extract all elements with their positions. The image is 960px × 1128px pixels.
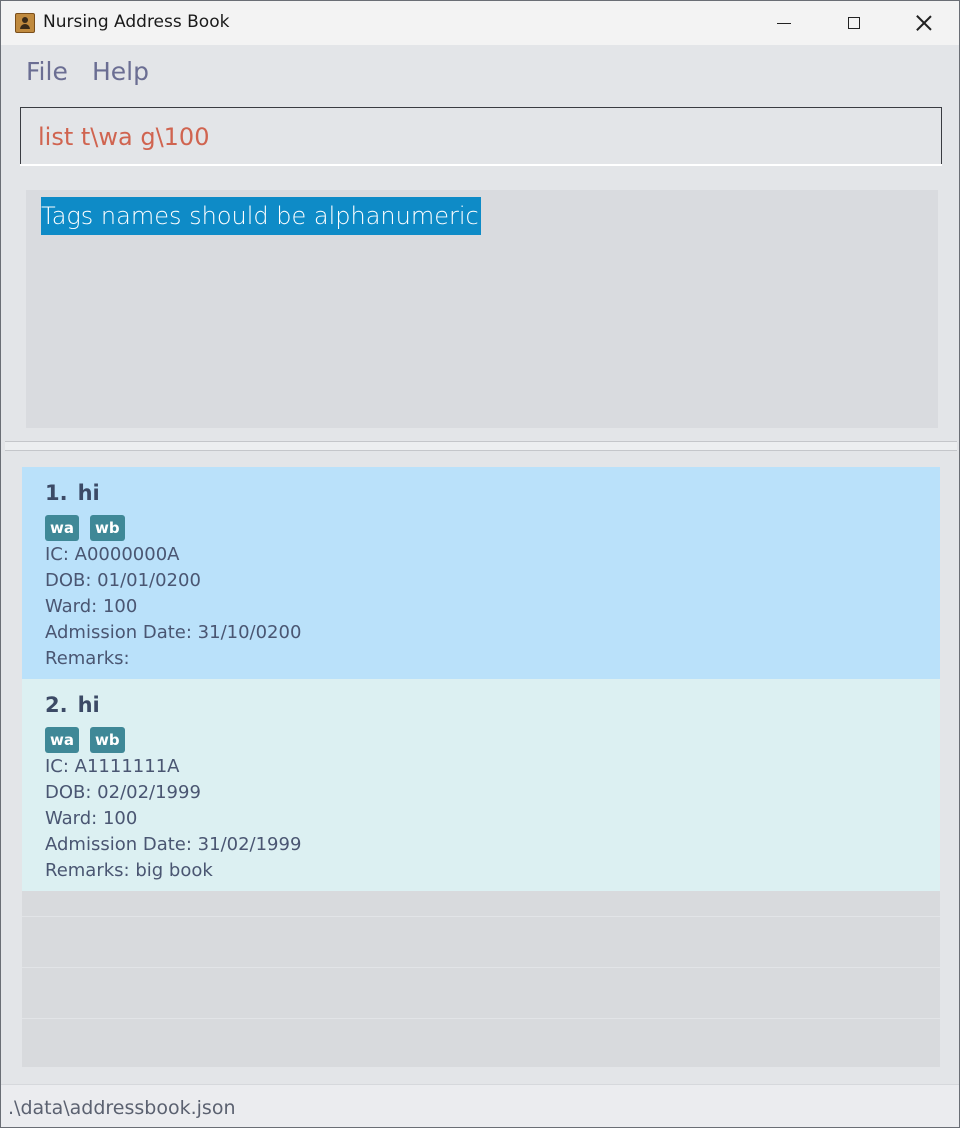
command-underline bbox=[20, 164, 942, 166]
tag: wb bbox=[89, 515, 125, 541]
menu-help[interactable]: Help bbox=[92, 57, 149, 86]
close-button[interactable] bbox=[889, 1, 959, 45]
tag: wa bbox=[45, 727, 79, 753]
person-name: hi bbox=[77, 693, 100, 717]
command-input[interactable] bbox=[38, 122, 898, 152]
person-index: 2. bbox=[45, 693, 68, 717]
tag-list: wa wb bbox=[45, 727, 125, 753]
minimize-button[interactable] bbox=[749, 1, 819, 45]
tag-list: wa wb bbox=[45, 515, 125, 541]
person-ic: IC: A1111111A bbox=[45, 756, 180, 777]
list-row-separator bbox=[22, 916, 940, 917]
person-remarks: Remarks: bbox=[45, 648, 130, 669]
menu-bar: File Help bbox=[1, 45, 959, 99]
person-admission-date: Admission Date: 31/10/0200 bbox=[45, 622, 302, 643]
app-window: Nursing Address Book File Help Tags name… bbox=[0, 0, 960, 1128]
person-name-line: 1. hi bbox=[45, 481, 100, 505]
close-icon bbox=[916, 15, 932, 31]
person-card[interactable]: 1. hi wa wb IC: A0000000A DOB: 01/01/0200… bbox=[22, 467, 940, 679]
person-ward: Ward: 100 bbox=[45, 596, 138, 617]
minimize-icon bbox=[777, 22, 791, 24]
person-name: hi bbox=[77, 481, 100, 505]
split-pane-divider[interactable] bbox=[5, 441, 957, 451]
save-location: .\data\addressbook.json bbox=[8, 1097, 236, 1119]
maximize-icon bbox=[848, 17, 860, 29]
person-list[interactable]: 1. hi wa wb IC: A0000000A DOB: 01/01/0200… bbox=[22, 467, 940, 1067]
tag: wb bbox=[89, 727, 125, 753]
person-index: 1. bbox=[45, 481, 68, 505]
list-row-separator bbox=[22, 967, 940, 968]
maximize-button[interactable] bbox=[819, 1, 889, 45]
person-ward: Ward: 100 bbox=[45, 808, 138, 829]
status-bar: .\data\addressbook.json bbox=[1, 1084, 959, 1127]
person-name-line: 2. hi bbox=[45, 693, 100, 717]
command-box[interactable] bbox=[20, 107, 942, 165]
person-ic: IC: A0000000A bbox=[45, 544, 180, 565]
person-dob: DOB: 02/02/1999 bbox=[45, 782, 201, 803]
tag: wa bbox=[45, 515, 79, 541]
person-dob: DOB: 01/01/0200 bbox=[45, 570, 201, 591]
result-display[interactable]: Tags names should be alphanumeric bbox=[26, 190, 938, 428]
person-remarks: Remarks: big book bbox=[45, 860, 213, 881]
window-title: Nursing Address Book bbox=[43, 12, 230, 32]
result-message: Tags names should be alphanumeric bbox=[41, 197, 481, 235]
person-admission-date: Admission Date: 31/02/1999 bbox=[45, 834, 302, 855]
menu-file[interactable]: File bbox=[26, 57, 68, 86]
list-row-separator bbox=[22, 1018, 940, 1019]
address-book-icon bbox=[15, 13, 35, 33]
person-card[interactable]: 2. hi wa wb IC: A1111111A DOB: 02/02/1999… bbox=[22, 679, 940, 891]
title-bar[interactable]: Nursing Address Book bbox=[1, 1, 959, 45]
